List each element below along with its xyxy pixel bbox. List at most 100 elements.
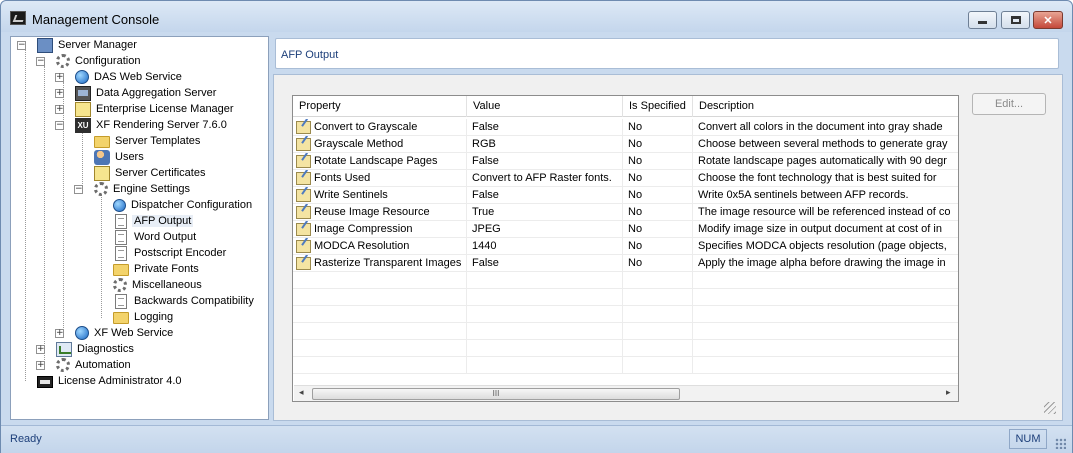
column-header-is-specified[interactable]: Is Specified xyxy=(623,96,693,117)
document-icon xyxy=(115,245,127,261)
license-admin-icon xyxy=(37,376,53,388)
cell-description: Apply the image alpha before drawing the… xyxy=(693,255,958,272)
tree-item-backwards-compatibility[interactable]: Backwards Compatibility xyxy=(93,293,256,309)
tree-item-users[interactable]: Users xyxy=(74,149,146,165)
status-text: Ready xyxy=(10,433,42,445)
navigation-tree[interactable]: − Server Manager − Configuration + DAS W… xyxy=(10,36,269,420)
expand-toggle[interactable]: + xyxy=(36,361,45,370)
tree-item-engine-settings[interactable]: − Engine Settings xyxy=(74,181,192,197)
table-row[interactable]: Rotate Landscape Pages False No Rotate l… xyxy=(293,153,958,170)
cell-specified: No xyxy=(623,238,693,255)
xu-icon: XU xyxy=(75,117,91,133)
tree-item-configuration[interactable]: − Configuration xyxy=(36,53,142,69)
cell-specified: No xyxy=(623,221,693,238)
size-grip-icon[interactable] xyxy=(1055,438,1066,449)
scroll-left-icon[interactable]: ◂ xyxy=(299,388,304,398)
property-grid[interactable]: Property Value Is Specified Description … xyxy=(292,95,959,402)
tree-item-diagnostics[interactable]: + Diagnostics xyxy=(36,341,136,357)
cell-property: Rotate Landscape Pages xyxy=(314,154,438,167)
collapse-toggle[interactable]: − xyxy=(74,185,83,194)
tree-item-word-output[interactable]: Word Output xyxy=(93,229,198,245)
cell-description: Choose the font technology that is best … xyxy=(693,170,958,187)
tree-item-data-aggregation-server[interactable]: + Data Aggregation Server xyxy=(55,85,218,101)
tree-item-server-certificates[interactable]: Server Certificates xyxy=(74,165,207,181)
tree-item-enterprise-license-manager[interactable]: + Enterprise License Manager xyxy=(55,101,236,117)
column-header-value[interactable]: Value xyxy=(467,96,623,117)
das-icon xyxy=(75,85,91,101)
expand-toggle[interactable]: + xyxy=(55,89,64,98)
tree-item-afp-output[interactable]: AFP Output xyxy=(93,213,194,229)
cell-specified: No xyxy=(623,187,693,204)
cell-specified: No xyxy=(623,204,693,221)
property-icon xyxy=(296,239,311,253)
globe-icon xyxy=(75,326,89,340)
num-lock-indicator: NUM xyxy=(1009,429,1047,449)
table-row[interactable]: Fonts Used Convert to AFP Raster fonts. … xyxy=(293,170,958,187)
expand-toggle[interactable]: + xyxy=(36,345,45,354)
column-header-description[interactable]: Description xyxy=(693,96,958,117)
tree-item-postscript-encoder[interactable]: Postscript Encoder xyxy=(93,245,228,261)
expand-toggle[interactable]: + xyxy=(55,329,64,338)
chart-icon xyxy=(56,341,72,357)
tree-item-private-fonts[interactable]: Private Fonts xyxy=(93,261,201,277)
close-button[interactable]: ✕ xyxy=(1033,11,1063,29)
cell-description: Modify image size in output document at … xyxy=(693,221,958,238)
folder-icon xyxy=(113,312,129,324)
table-row[interactable]: Grayscale Method RGB No Choose between s… xyxy=(293,136,958,153)
dispatcher-icon xyxy=(113,198,126,212)
property-icon xyxy=(296,154,311,168)
tree-item-automation[interactable]: + Automation xyxy=(36,357,133,373)
table-row[interactable]: Write Sentinels False No Write 0x5A sent… xyxy=(293,187,958,204)
server-manager-icon xyxy=(37,37,53,53)
table-row[interactable]: Rasterize Transparent Images False No Ap… xyxy=(293,255,958,272)
document-icon xyxy=(115,229,127,245)
gear-icon xyxy=(94,182,108,196)
collapse-toggle[interactable]: − xyxy=(36,57,45,66)
minimize-icon xyxy=(978,20,987,24)
folder-icon xyxy=(113,264,129,276)
tree-item-xf-web-service[interactable]: + XF Web Service xyxy=(55,325,175,341)
resize-grip-icon[interactable] xyxy=(1044,402,1056,414)
gear-icon xyxy=(113,278,127,292)
collapse-toggle[interactable]: − xyxy=(55,121,64,130)
tree-item-license-administrator[interactable]: License Administrator 4.0 xyxy=(17,373,184,389)
close-icon: ✕ xyxy=(1043,14,1053,27)
maximize-button[interactable] xyxy=(1001,11,1030,29)
column-header-property[interactable]: Property xyxy=(293,96,467,117)
license-icon xyxy=(75,101,91,117)
collapse-toggle[interactable]: − xyxy=(17,41,26,50)
expand-toggle[interactable]: + xyxy=(55,105,64,114)
scroll-thumb[interactable]: III xyxy=(312,388,680,400)
management-console-window: Management Console ✕ − Server Manager − … xyxy=(0,0,1073,453)
cell-value: RGB xyxy=(467,136,623,153)
globe-icon xyxy=(75,70,89,84)
minimize-button[interactable] xyxy=(968,11,997,29)
cell-specified: No xyxy=(623,136,693,153)
horizontal-scrollbar[interactable]: ◂ III ▸ xyxy=(294,385,958,401)
tree-item-dispatcher-configuration[interactable]: Dispatcher Configuration xyxy=(93,197,254,213)
table-row[interactable]: Reuse Image Resource True No The image r… xyxy=(293,204,958,221)
cell-value: False xyxy=(467,255,623,272)
edit-button[interactable]: Edit... xyxy=(972,93,1046,115)
cell-description: Convert all colors in the document into … xyxy=(693,119,958,136)
cell-value: False xyxy=(467,119,623,136)
document-icon xyxy=(115,293,127,309)
cell-value: 1440 xyxy=(467,238,623,255)
cell-value: False xyxy=(467,153,623,170)
tree-item-das-web-service[interactable]: + DAS Web Service xyxy=(55,69,184,85)
tree-item-miscellaneous[interactable]: Miscellaneous xyxy=(93,277,204,293)
cell-description: Specifies MODCA objects resolution (page… xyxy=(693,238,958,255)
scroll-right-icon[interactable]: ▸ xyxy=(946,388,951,398)
tree-item-xf-rendering-server[interactable]: − XU XF Rendering Server 7.6.0 xyxy=(55,117,229,133)
expand-toggle[interactable]: + xyxy=(55,73,64,82)
cell-specified: No xyxy=(623,119,693,136)
tree-item-server-manager[interactable]: − Server Manager xyxy=(17,37,139,53)
cell-property: Convert to Grayscale xyxy=(314,120,418,133)
tree-item-logging[interactable]: Logging xyxy=(93,309,175,325)
table-row[interactable]: MODCA Resolution 1440 No Specifies MODCA… xyxy=(293,238,958,255)
table-row[interactable]: Convert to Grayscale False No Convert al… xyxy=(293,119,958,136)
tree-item-server-templates[interactable]: Server Templates xyxy=(74,133,202,149)
table-row[interactable]: Image Compression JPEG No Modify image s… xyxy=(293,221,958,238)
title-bar: Management Console ✕ xyxy=(1,1,1072,32)
cell-property: Image Compression xyxy=(314,222,413,235)
